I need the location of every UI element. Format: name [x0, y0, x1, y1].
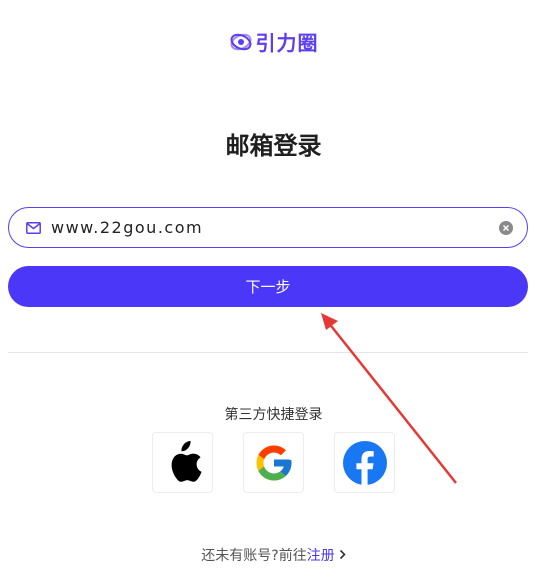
- facebook-icon: [342, 440, 387, 486]
- register-prompt-text: 还未有账号?前往: [201, 548, 307, 564]
- google-login-button[interactable]: [243, 432, 304, 493]
- register-prompt: 还未有账号?前往注册: [0, 545, 547, 565]
- third-party-login-label: 第三方快捷登录: [224, 407, 323, 423]
- apple-icon: [171, 440, 201, 482]
- apple-login-button[interactable]: [152, 432, 213, 493]
- page-title: 邮箱登录: [225, 132, 322, 160]
- register-link[interactable]: 注册: [307, 548, 335, 564]
- google-icon: [256, 445, 291, 480]
- email-field[interactable]: [8, 207, 528, 248]
- email-input[interactable]: [51, 208, 499, 247]
- social-login-row: [0, 432, 547, 493]
- chevron-right-icon[interactable]: [339, 548, 346, 564]
- clear-icon[interactable]: [499, 220, 513, 235]
- mail-icon: [25, 220, 41, 236]
- next-button[interactable]: 下一步: [8, 266, 528, 307]
- logo-text: 引力圈: [255, 31, 319, 55]
- orbit-logo-icon: [230, 33, 251, 50]
- facebook-login-button[interactable]: [334, 432, 395, 493]
- divider: [8, 352, 528, 353]
- app-logo: 引力圈: [0, 27, 547, 56]
